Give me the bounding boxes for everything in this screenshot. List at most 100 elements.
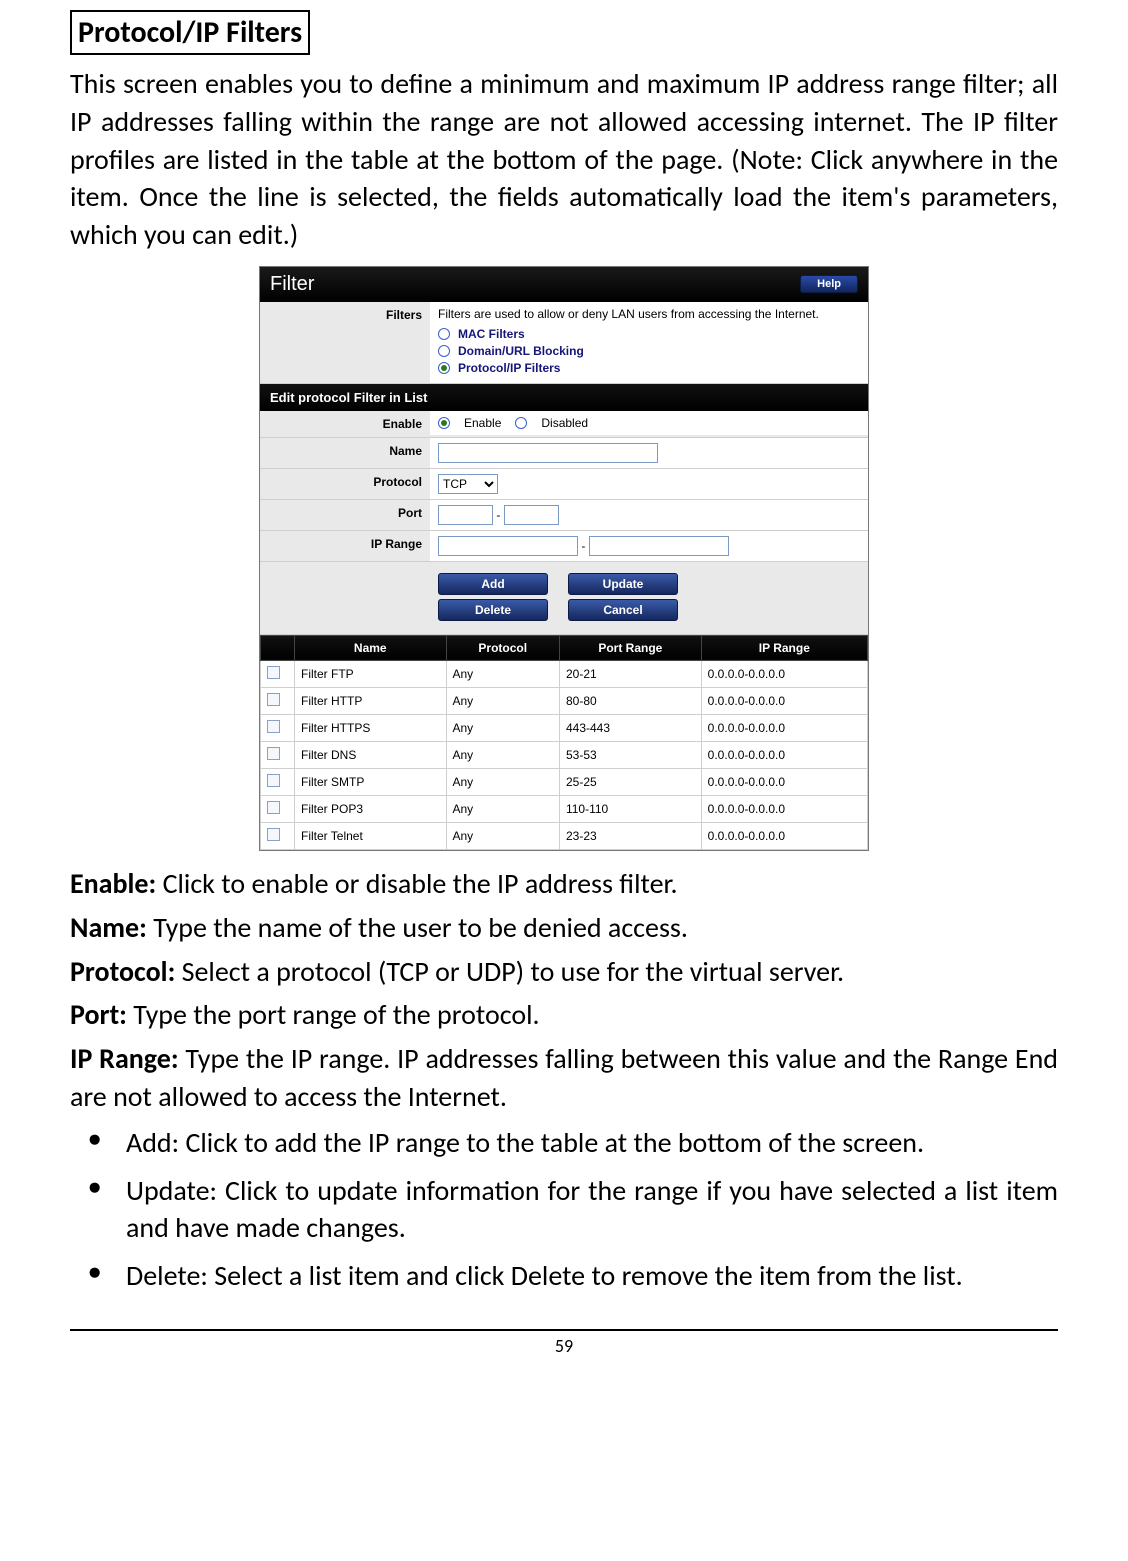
port-value: - — [430, 500, 868, 530]
row-checkbox[interactable] — [267, 801, 280, 814]
table-row[interactable]: Filter SMTPAny25-250.0.0.0-0.0.0.0 — [261, 768, 868, 795]
protocol-row: Protocol TCP — [260, 469, 868, 500]
cancel-button[interactable]: Cancel — [568, 599, 678, 621]
filters-row: Filters Filters are used to allow or den… — [260, 302, 868, 384]
def-enable-term: Enable: — [70, 866, 156, 901]
col-port: Port Range — [559, 635, 701, 660]
protocol-value: TCP — [430, 469, 868, 499]
bullet-update-text: Click to update information for the rang… — [126, 1173, 1058, 1246]
enable-radio-off[interactable] — [515, 417, 527, 429]
iprange-value: - — [430, 531, 868, 561]
col-protocol: Protocol — [446, 635, 559, 660]
iprange-label: IP Range — [260, 531, 430, 557]
row-checkbox[interactable] — [267, 693, 280, 706]
row-checkbox[interactable] — [267, 666, 280, 679]
table-row[interactable]: Filter HTTPAny80-800.0.0.0-0.0.0.0 — [261, 687, 868, 714]
def-iprange-text: Type the IP range. IP addresses falling … — [70, 1041, 1058, 1114]
row-port: 53-53 — [559, 741, 701, 768]
def-name-text: Type the name of the user to be denied a… — [147, 910, 688, 945]
iprange-end-input[interactable] — [589, 536, 729, 556]
panel-title: Filter — [270, 273, 314, 296]
name-row: Name — [260, 438, 868, 469]
port-start-input[interactable] — [438, 505, 493, 525]
port-row: Port - — [260, 500, 868, 531]
radio-mac-label: MAC Filters — [458, 327, 525, 341]
definitions: Enable: Click to enable or disable the I… — [70, 865, 1058, 1116]
def-protocol-text: Select a protocol (TCP or UDP) to use fo… — [175, 954, 844, 989]
row-protocol: Any — [446, 795, 559, 822]
iprange-start-input[interactable] — [438, 536, 578, 556]
bullet-delete: Delete: Select a list item and click Del… — [76, 1257, 1058, 1295]
table-row[interactable]: Filter TelnetAny23-230.0.0.0-0.0.0.0 — [261, 822, 868, 849]
page-number: 59 — [555, 1335, 573, 1357]
table-header-row: Name Protocol Port Range IP Range — [261, 635, 868, 660]
buttons-spacer — [260, 562, 430, 574]
row-ip: 0.0.0.0-0.0.0.0 — [701, 822, 867, 849]
row-name: Filter HTTP — [295, 687, 447, 714]
row-checkbox-cell — [261, 768, 295, 795]
row-port: 443-443 — [559, 714, 701, 741]
update-button[interactable]: Update — [568, 573, 678, 595]
row-ip: 0.0.0.0-0.0.0.0 — [701, 660, 867, 687]
enable-radio-on[interactable] — [438, 417, 450, 429]
row-port: 25-25 — [559, 768, 701, 795]
row-checkbox-cell — [261, 822, 295, 849]
enable-label: Enable — [260, 411, 430, 437]
name-input[interactable] — [438, 443, 658, 463]
bullet-list: Add: Click to add the IP range to the ta… — [70, 1124, 1058, 1295]
row-name: Filter FTP — [295, 660, 447, 687]
row-checkbox[interactable] — [267, 828, 280, 841]
col-name: Name — [295, 635, 447, 660]
row-checkbox[interactable] — [267, 747, 280, 760]
table-row[interactable]: Filter HTTPSAny443-4430.0.0.0-0.0.0.0 — [261, 714, 868, 741]
enable-row: Enable Enable Disabled — [260, 411, 868, 438]
row-ip: 0.0.0.0-0.0.0.0 — [701, 741, 867, 768]
panel-header: Filter Help — [260, 267, 868, 302]
protocol-select[interactable]: TCP — [438, 474, 498, 494]
filters-value: Filters are used to allow or deny LAN us… — [430, 302, 868, 383]
enable-off-label: Disabled — [541, 416, 588, 430]
table-row[interactable]: Filter FTPAny20-210.0.0.0-0.0.0.0 — [261, 660, 868, 687]
bullet-add: Add: Click to add the IP range to the ta… — [76, 1124, 1058, 1162]
radio-protocol-filters[interactable]: Protocol/IP Filters — [438, 361, 860, 375]
row-name: Filter SMTP — [295, 768, 447, 795]
port-end-input[interactable] — [504, 505, 559, 525]
intro-text: This screen enables you to define a mini… — [70, 65, 1058, 254]
panel-body: Filters Filters are used to allow or den… — [260, 302, 868, 850]
table-row[interactable]: Filter DNSAny53-530.0.0.0-0.0.0.0 — [261, 741, 868, 768]
name-value — [430, 438, 868, 468]
add-button[interactable]: Add — [438, 573, 548, 595]
row-port: 20-21 — [559, 660, 701, 687]
row-ip: 0.0.0.0-0.0.0.0 — [701, 687, 867, 714]
row-protocol: Any — [446, 741, 559, 768]
row-name: Filter POP3 — [295, 795, 447, 822]
bullet-delete-term: Delete: — [126, 1258, 208, 1293]
delete-button[interactable]: Delete — [438, 599, 548, 621]
row-port: 80-80 — [559, 687, 701, 714]
col-ip: IP Range — [701, 635, 867, 660]
iprange-row: IP Range - — [260, 531, 868, 562]
bullet-delete-text: Select a list item and click Delete to r… — [208, 1258, 963, 1293]
row-checkbox[interactable] — [267, 774, 280, 787]
radio-mac-filters[interactable]: MAC Filters — [438, 327, 860, 341]
def-iprange-term: IP Range: — [70, 1041, 179, 1076]
screenshot-wrap: Filter Help Filters Filters are used to … — [70, 266, 1058, 851]
radio-icon — [438, 328, 450, 340]
row-checkbox-cell — [261, 741, 295, 768]
def-port-term: Port: — [70, 997, 127, 1032]
protocol-label: Protocol — [260, 469, 430, 495]
port-label: Port — [260, 500, 430, 526]
table-row[interactable]: Filter POP3Any110-1100.0.0.0-0.0.0.0 — [261, 795, 868, 822]
def-port-text: Type the port range of the protocol. — [127, 997, 540, 1032]
enable-value: Enable Disabled — [430, 411, 868, 435]
bullet-update: Update: Click to update information for … — [76, 1172, 1058, 1248]
iprange-dash: - — [581, 539, 585, 553]
row-protocol: Any — [446, 660, 559, 687]
help-button[interactable]: Help — [800, 275, 858, 293]
row-checkbox[interactable] — [267, 720, 280, 733]
radio-domain-blocking[interactable]: Domain/URL Blocking — [438, 344, 860, 358]
row-protocol: Any — [446, 822, 559, 849]
row-ip: 0.0.0.0-0.0.0.0 — [701, 768, 867, 795]
row-ip: 0.0.0.0-0.0.0.0 — [701, 795, 867, 822]
bullet-add-term: Add: — [126, 1125, 179, 1160]
